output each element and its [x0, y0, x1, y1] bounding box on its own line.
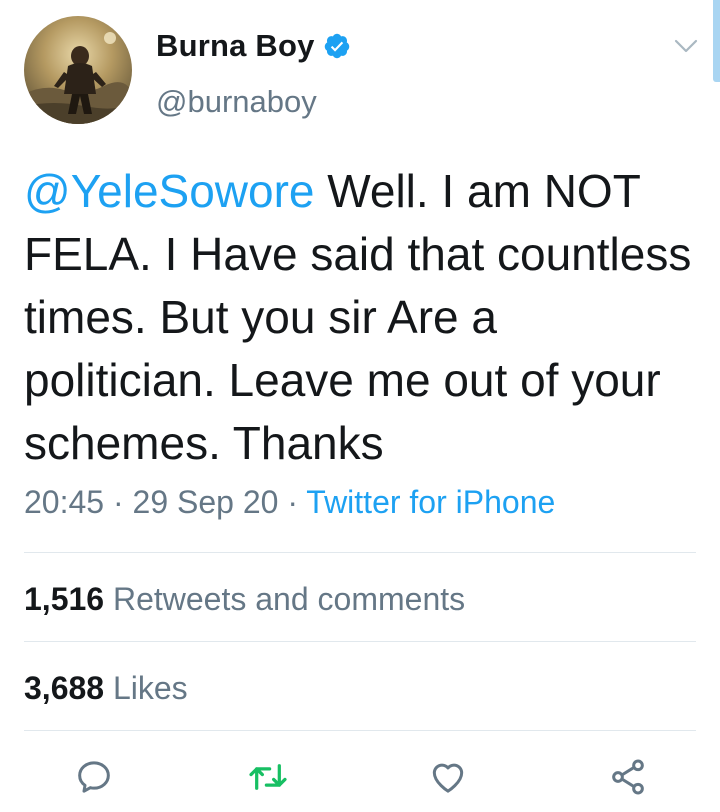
mention-link[interactable]: @YeleSowore — [24, 165, 315, 217]
reply-icon — [78, 761, 110, 793]
like-button[interactable] — [426, 755, 470, 799]
verified-badge-icon — [323, 32, 351, 60]
author-name[interactable]: Burna Boy — [156, 28, 351, 64]
avatar-image — [24, 16, 132, 124]
share-icon — [612, 759, 644, 795]
divider — [24, 730, 696, 731]
retweets-label: Retweets and comments — [112, 581, 466, 617]
retweets-stat[interactable]: 1,516 Retweets and comments — [24, 581, 465, 618]
likes-count: 3,688 — [24, 670, 105, 706]
scroll-indicator[interactable] — [713, 0, 720, 82]
retweet-button[interactable] — [246, 755, 290, 799]
reply-button[interactable] — [72, 755, 116, 799]
author-name-text: Burna Boy — [156, 28, 315, 63]
author-handle[interactable]: @burnaboy — [156, 84, 317, 120]
tweet-date: 29 Sep 20 — [132, 484, 279, 520]
tweet-time: 20:45 — [24, 484, 105, 520]
share-button[interactable] — [606, 755, 650, 799]
chevron-down-icon[interactable] — [672, 34, 700, 58]
avatar[interactable] — [24, 16, 132, 124]
divider — [24, 552, 696, 553]
meta-separator: · — [287, 484, 298, 520]
tweet-meta: 20:45 · 29 Sep 20 · Twitter for iPhone — [24, 484, 555, 521]
retweets-count: 1,516 — [24, 581, 105, 617]
retweet-icon — [249, 764, 287, 790]
meta-separator: · — [112, 484, 124, 520]
divider — [24, 641, 696, 642]
tweet-text: @YeleSowore Well. I am NOT FELA. I Have … — [24, 160, 694, 475]
like-icon — [432, 763, 464, 793]
tweet-source-link[interactable]: Twitter for iPhone — [306, 484, 555, 520]
likes-stat[interactable]: 3,688 Likes — [24, 670, 188, 707]
tweet-card: Burna Boy @burnaboy @YeleSowore Well. I … — [0, 0, 720, 812]
likes-label: Likes — [112, 670, 188, 706]
